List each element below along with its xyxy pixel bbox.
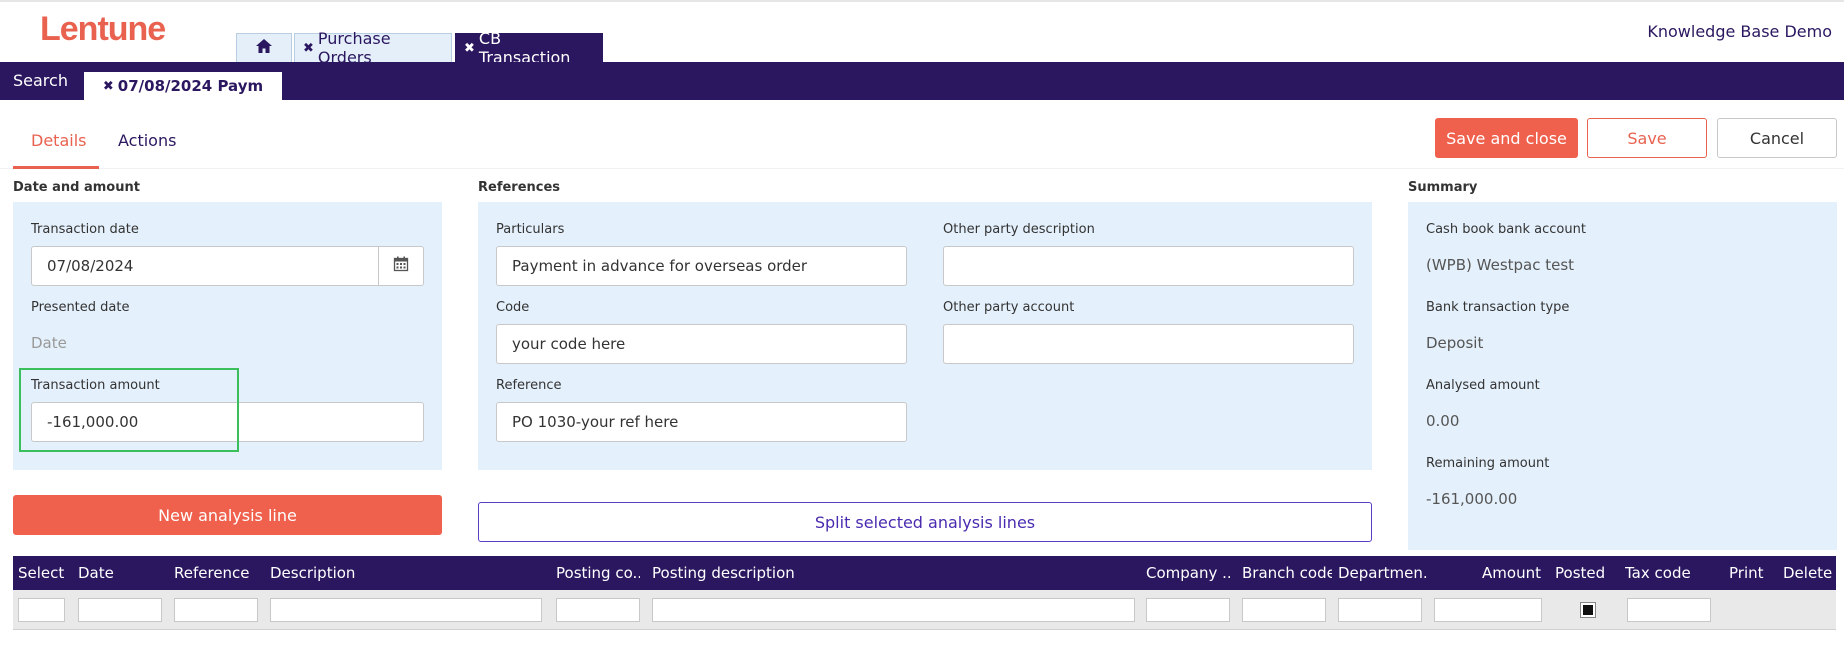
record-tab[interactable]: ✖ 07/08/2024 Paym: [84, 72, 282, 100]
analysis-grid-filter-row: [13, 590, 1836, 630]
remaining-amount-label: Remaining amount: [1426, 456, 1550, 471]
other-party-account-label: Other party account: [943, 300, 1075, 315]
top-border: [0, 0, 1844, 2]
save-and-close-button[interactable]: Save and close: [1435, 118, 1578, 158]
record-tab-label: 07/08/2024 Paym: [117, 77, 264, 95]
active-tab-indicator: [13, 166, 99, 169]
analysed-amount-value: 0.00: [1426, 412, 1460, 430]
column-header-description[interactable]: Description: [270, 556, 470, 590]
lentune-logo: Lentune: [40, 10, 166, 48]
company-name[interactable]: Knowledge Base Demo: [1647, 22, 1832, 41]
tab-cb-transaction[interactable]: ✖ CB Transaction: [455, 29, 603, 67]
transaction-date-input[interactable]: 07/08/2024: [31, 246, 380, 286]
other-party-description-input[interactable]: [943, 246, 1354, 286]
filter-department[interactable]: [1338, 598, 1422, 622]
particulars-input[interactable]: Payment in advance for overseas order: [496, 246, 907, 286]
filter-select[interactable]: [18, 598, 65, 622]
cancel-button[interactable]: Cancel: [1717, 118, 1837, 158]
other-party-description-label: Other party description: [943, 222, 1095, 237]
filter-company[interactable]: [1146, 598, 1230, 622]
split-analysis-lines-button[interactable]: Split selected analysis lines: [478, 502, 1372, 542]
other-party-account-input[interactable]: [943, 324, 1354, 364]
column-header-amount[interactable]: Amount: [1433, 556, 1541, 590]
column-header-reference[interactable]: Reference: [174, 556, 254, 590]
subtab-divider: [0, 168, 1844, 169]
tab-actions[interactable]: Actions: [118, 131, 176, 150]
bank-account-value: (WPB) Westpac test: [1426, 256, 1575, 274]
home-icon: [255, 38, 273, 58]
reference-label: Reference: [496, 378, 562, 393]
column-header-delete[interactable]: Delete: [1783, 556, 1833, 590]
date-picker-button[interactable]: [378, 246, 424, 286]
tab-purchase-orders[interactable]: ✖ Purchase Orders: [294, 29, 452, 67]
bank-transaction-type-label: Bank transaction type: [1426, 300, 1570, 315]
highlight-box: [19, 368, 239, 452]
record-navbar: Search ✖ 07/08/2024 Paym: [0, 62, 1844, 100]
filter-tax-code[interactable]: [1627, 598, 1711, 622]
filter-date[interactable]: [78, 598, 162, 622]
search-link[interactable]: Search: [13, 62, 68, 100]
column-header-posted[interactable]: Posted: [1555, 556, 1615, 590]
filter-reference[interactable]: [174, 598, 258, 622]
close-icon[interactable]: ✖: [464, 41, 475, 56]
presented-date-field[interactable]: Date: [31, 334, 67, 352]
transaction-date-label: Transaction date: [31, 222, 139, 237]
section-title-date-amount: Date and amount: [13, 180, 140, 195]
remaining-amount-value: -161,000.00: [1426, 490, 1518, 508]
analysis-grid-header: Select Date Reference Description Postin…: [13, 556, 1836, 590]
column-header-select[interactable]: Select: [18, 556, 68, 590]
filter-description[interactable]: [270, 598, 542, 622]
bank-transaction-type-value: Deposit: [1426, 334, 1484, 352]
column-header-department[interactable]: Departmen...: [1338, 556, 1428, 590]
reference-input[interactable]: PO 1030-your ref here: [496, 402, 907, 442]
column-header-date[interactable]: Date: [78, 556, 158, 590]
section-title-summary: Summary: [1408, 180, 1478, 195]
section-title-references: References: [478, 180, 561, 195]
code-input[interactable]: your code here: [496, 324, 907, 364]
column-header-print[interactable]: Print: [1729, 556, 1779, 590]
close-icon[interactable]: ✖: [103, 79, 114, 94]
filter-posting-code[interactable]: [556, 598, 640, 622]
calendar-icon: [393, 256, 409, 276]
filter-posted-checkbox[interactable]: [1580, 602, 1596, 618]
analysed-amount-label: Analysed amount: [1426, 378, 1540, 393]
filter-amount[interactable]: [1434, 598, 1542, 622]
save-button[interactable]: Save: [1587, 118, 1707, 158]
code-label: Code: [496, 300, 530, 315]
presented-date-label: Presented date: [31, 300, 130, 315]
bank-account-label: Cash book bank account: [1426, 222, 1586, 237]
column-header-posting-code[interactable]: Posting co...: [556, 556, 640, 590]
column-header-branch-code[interactable]: Branch code: [1242, 556, 1332, 590]
new-analysis-line-button[interactable]: New analysis line: [13, 495, 442, 535]
filter-branch-code[interactable]: [1242, 598, 1326, 622]
filter-posting-description[interactable]: [652, 598, 1135, 622]
close-icon[interactable]: ✖: [303, 41, 314, 56]
tab-home[interactable]: [236, 33, 292, 62]
column-header-posting-description[interactable]: Posting description: [652, 556, 852, 590]
column-header-tax-code[interactable]: Tax code: [1625, 556, 1705, 590]
particulars-label: Particulars: [496, 222, 565, 237]
tab-details[interactable]: Details: [31, 131, 86, 150]
column-header-company[interactable]: Company ...: [1146, 556, 1230, 590]
